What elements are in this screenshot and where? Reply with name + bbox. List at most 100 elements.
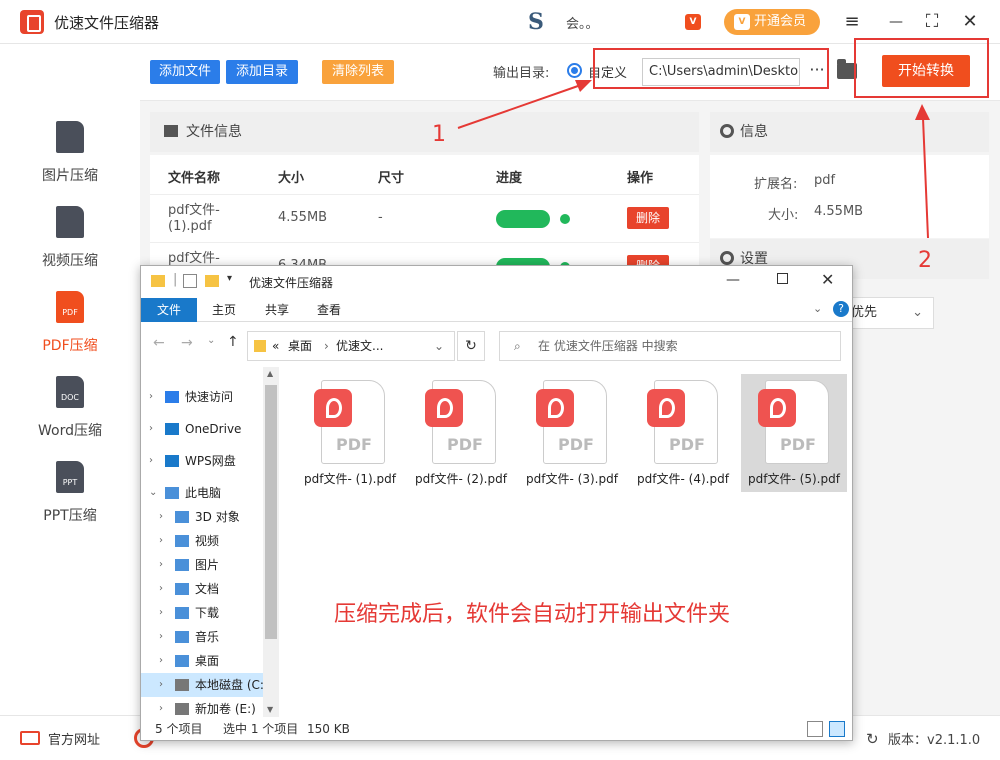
pdf-badge-text: PDF — [780, 435, 816, 454]
tree-item[interactable]: › 新加卷 (E:) — [141, 697, 263, 717]
tree-item[interactable]: › 音乐 — [141, 625, 263, 649]
clear-list-button[interactable]: 清除列表 — [322, 60, 394, 84]
tab-home[interactable]: 主页 — [197, 298, 251, 322]
search-placeholder: 在 优速文件压缩器 中搜索 — [538, 339, 678, 353]
tree-item[interactable]: › 下载 — [141, 601, 263, 625]
tab-view[interactable]: 查看 — [303, 298, 355, 322]
file-item[interactable]: PDF pdf文件- (1).pdf — [297, 374, 403, 492]
delete-button[interactable]: 删除 — [627, 207, 669, 229]
tree-item-label: 图片 — [195, 558, 220, 572]
maximize-icon[interactable] — [777, 273, 788, 284]
explorer-ribbon: 文件 主页 共享 查看 ⌄ ? — [141, 298, 852, 322]
tree-item[interactable]: › 快速访问 — [141, 385, 263, 409]
file-label: pdf文件- (3).pdf — [526, 472, 618, 486]
tree-item[interactable]: › 本地磁盘 (C: — [141, 673, 263, 697]
file-item[interactable]: PDF pdf文件- (5).pdf — [741, 374, 847, 492]
add-directory-button[interactable]: 添加目录 — [226, 60, 298, 84]
tree-item-label: 本地磁盘 (C: — [195, 678, 263, 692]
file-item[interactable]: PDF pdf文件- (4).pdf — [630, 374, 736, 492]
minimize-icon[interactable]: — — [726, 272, 740, 288]
details-view-icon[interactable] — [807, 721, 823, 737]
expand-arrow-icon[interactable]: › — [159, 601, 163, 625]
priority-select[interactable]: 优先 ⌄ — [840, 297, 934, 329]
video-file-icon — [56, 206, 84, 238]
search-icon: ⌕ — [514, 339, 521, 353]
tree-item[interactable]: ⌄ 此电脑 — [141, 481, 263, 505]
user-avatar-icon[interactable]: S — [528, 10, 554, 34]
sidebar-item-video[interactable]: 视频压缩 — [0, 206, 140, 286]
tree-scrollbar[interactable]: ▲ ▼ — [263, 367, 279, 717]
pdf-badge-icon — [536, 389, 574, 427]
tree-item[interactable]: › 视频 — [141, 529, 263, 553]
scroll-up-icon[interactable]: ▲ — [267, 369, 273, 378]
pdf-file-icon: PDF — [536, 380, 607, 464]
sidebar-item-word[interactable]: DOC Word压缩 — [0, 376, 140, 456]
expand-arrow-icon[interactable]: › — [159, 649, 163, 673]
scroll-down-icon[interactable]: ▼ — [267, 705, 273, 714]
tab-file[interactable]: 文件 — [141, 298, 197, 322]
expand-arrow-icon[interactable]: › — [159, 529, 163, 553]
breadcrumb-desktop[interactable]: 桌面 — [288, 332, 312, 360]
file-name-line1: pdf文件- — [168, 251, 220, 266]
expand-arrow-icon[interactable]: › — [149, 449, 153, 473]
close-icon[interactable]: ✕ — [958, 10, 982, 34]
tree-item[interactable]: › 文档 — [141, 577, 263, 601]
minimize-icon[interactable]: — — [884, 10, 908, 34]
sidebar-item-ppt[interactable]: PPT PPT压缩 — [0, 461, 140, 541]
website-link[interactable]: 官方网址 — [48, 729, 100, 748]
expand-arrow-icon[interactable]: › — [159, 577, 163, 601]
table-row[interactable]: pdf文件- (1).pdf 4.55MB - 删除 — [150, 195, 699, 243]
custom-radio[interactable] — [567, 63, 582, 78]
add-file-button[interactable]: 添加文件 — [150, 60, 220, 84]
tree-item[interactable]: › 桌面 — [141, 649, 263, 673]
col-size: 大小 — [278, 171, 305, 186]
file-label: pdf文件- (5).pdf — [748, 472, 840, 486]
maximize-icon[interactable]: ⛶ — [920, 10, 944, 34]
new-folder-icon[interactable] — [205, 275, 219, 287]
file-info-title: 文件信息 — [186, 124, 242, 140]
back-icon[interactable]: ← — [153, 335, 165, 351]
sidebar-item-image[interactable]: 图片压缩 — [0, 121, 140, 201]
scrollbar-thumb[interactable] — [265, 385, 277, 639]
menu-icon[interactable]: ≡ — [840, 10, 864, 34]
cloud-icon — [165, 423, 179, 435]
sidebar-item-label: 视频压缩 — [42, 253, 98, 269]
expand-arrow-icon[interactable]: › — [159, 673, 163, 697]
tree-item-label: 此电脑 — [185, 486, 222, 500]
chevron-down-icon[interactable]: ⌄ — [434, 332, 444, 360]
pdf-file-icon: PDF — [425, 380, 496, 464]
properties-icon[interactable] — [183, 274, 197, 288]
size-value: 4.55MB — [814, 204, 864, 219]
tree-item[interactable]: › 3D 对象 — [141, 505, 263, 529]
expand-arrow-icon[interactable]: ⌄ — [149, 481, 157, 505]
expand-arrow-icon[interactable]: › — [159, 553, 163, 577]
breadcrumb-folder[interactable]: 优速文... — [336, 332, 383, 360]
search-input[interactable]: ⌕ 在 优速文件压缩器 中搜索 — [499, 331, 841, 361]
up-icon[interactable]: ↑ — [227, 334, 239, 350]
recent-dropdown-icon[interactable]: ⌄ — [207, 335, 215, 346]
username[interactable]: 会。。 — [566, 13, 599, 32]
expand-arrow-icon[interactable]: › — [159, 505, 163, 529]
address-bar[interactable]: « 桌面 › 优速文... ⌄ — [247, 331, 455, 361]
ribbon-expand-icon[interactable]: ⌄ — [813, 302, 822, 315]
sidebar-item-pdf[interactable]: PDF PDF压缩 — [0, 291, 140, 371]
tree-item[interactable]: › WPS网盘 — [141, 449, 263, 473]
col-name: 文件名称 — [168, 171, 221, 186]
file-item[interactable]: PDF pdf文件- (3).pdf — [519, 374, 625, 492]
tree-item[interactable]: › OneDrive — [141, 417, 263, 441]
help-icon[interactable]: ? — [833, 301, 849, 317]
vip-button[interactable]: V 开通会员 — [724, 9, 820, 35]
expand-arrow-icon[interactable]: › — [149, 385, 153, 409]
forward-icon[interactable]: → — [181, 335, 193, 351]
expand-arrow-icon[interactable]: › — [159, 697, 163, 717]
refresh-icon[interactable]: ↻ — [457, 331, 485, 361]
tree-item[interactable]: › 图片 — [141, 553, 263, 577]
file-item[interactable]: PDF pdf文件- (2).pdf — [408, 374, 514, 492]
large-icons-view-icon[interactable] — [829, 721, 845, 737]
close-icon[interactable]: ✕ — [821, 270, 834, 289]
quick-access-dropdown-icon[interactable]: ▾ — [227, 273, 232, 284]
selected-size: 150 KB — [307, 722, 350, 736]
expand-arrow-icon[interactable]: › — [159, 625, 163, 649]
expand-arrow-icon[interactable]: › — [149, 417, 153, 441]
tab-share[interactable]: 共享 — [251, 298, 303, 322]
